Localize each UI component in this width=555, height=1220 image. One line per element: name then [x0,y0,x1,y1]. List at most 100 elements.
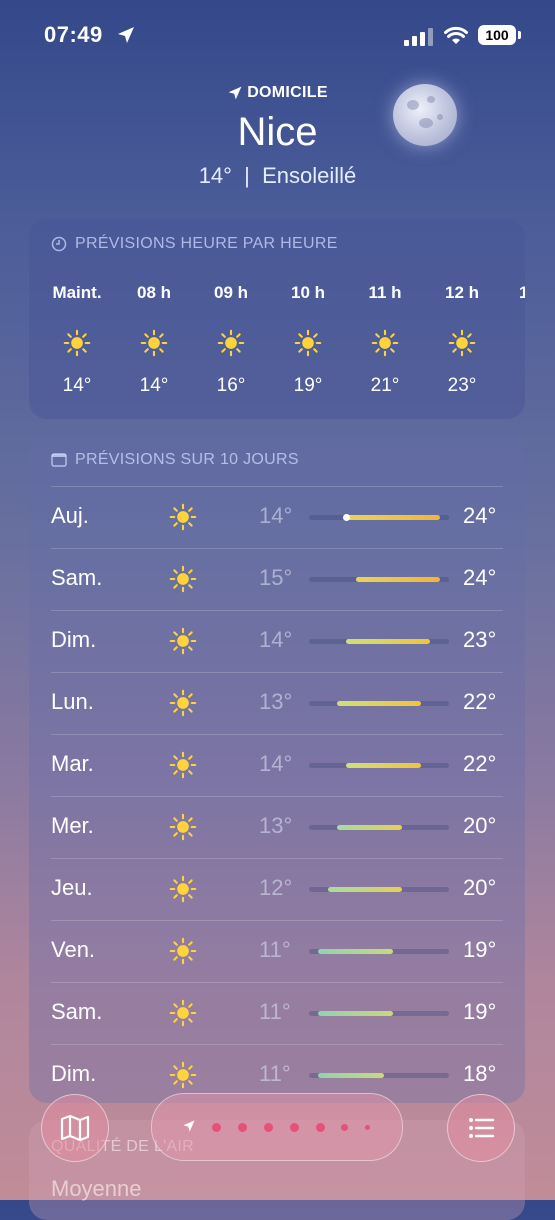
hour-label: 12 h [444,283,480,302]
location-arrow-icon [118,27,134,43]
day-low-temp: 12° [259,875,293,900]
day-icon-wrap [169,627,197,660]
hour-icon-wrap [124,329,184,357]
page-dot[interactable] [341,1124,348,1131]
day-high-temp: 20° [463,813,497,838]
temp-range-track [309,701,449,706]
page-dot[interactable] [290,1123,299,1132]
hour-label: Maint. [52,283,102,302]
day-label: Sam. [51,565,103,590]
day-row[interactable]: Sam. 15° 24° [51,548,503,611]
day-high-temp: 24° [463,565,497,590]
temp-range-bar [337,701,421,706]
day-row[interactable]: Mar. 14° 22° [51,734,503,797]
map-button[interactable] [41,1094,109,1162]
status-time: 07:49 [44,22,103,47]
hour-label: 11 h [368,283,402,302]
hour-temp: 19° [293,375,323,396]
sun-icon [63,329,91,357]
temp-range-track [309,1011,449,1016]
sun-icon [169,751,197,779]
page-dot[interactable] [212,1123,221,1132]
map-icon [60,1114,90,1142]
day-icon-wrap [169,813,197,846]
day-low-temp: 13° [259,689,293,714]
location-arrow-icon [228,86,242,100]
hour-column: 09 h 16° [201,283,261,397]
day-low-temp: 14° [259,627,293,652]
day-high-temp: 18° [463,1061,497,1086]
day-icon-wrap [169,565,197,598]
day-row[interactable]: Mer. 13° 20° [51,796,503,859]
day-row[interactable]: Sam. 11° 19° [51,982,503,1045]
temp-range-bar [327,887,403,892]
day-label: Ven. [51,937,96,962]
hour-column: Maint. 14° [47,283,107,397]
page-dot[interactable] [316,1123,325,1132]
day-high-temp: 24° [463,503,497,528]
hour-icon-wrap [278,329,338,357]
hour-column: 11 h 21° [355,283,415,397]
wifi-icon [444,26,468,44]
day-high-temp: 19° [463,937,497,962]
day-row[interactable]: Auj. 14° 24° [51,486,503,549]
day-row[interactable]: Dim. 14° 23° [51,610,503,673]
sun-icon [140,329,168,357]
list-icon [469,1118,495,1138]
day-label: Dim. [51,627,97,652]
battery-indicator: 100 [478,25,521,45]
hour-label: 08 h [136,283,172,302]
page-dot[interactable] [365,1125,370,1130]
sun-icon [169,503,197,531]
day-label: Lun. [51,689,94,714]
home-label: DOMICILE [227,84,328,102]
sun-icon [169,999,197,1027]
clock-icon [51,236,67,252]
day-icon-wrap [169,1061,197,1094]
city-list-button[interactable] [447,1094,515,1162]
home-label-text: DOMICILE [247,84,328,101]
day-label: Dim. [51,1061,97,1086]
day-icon-wrap [169,937,197,970]
hour-temp: 14° [62,375,92,396]
hour-label: 10 h [290,283,326,302]
temp-range-bar [318,1073,384,1078]
temp-range-bar [355,577,440,582]
temp-range-bar [318,1011,393,1016]
sun-icon [169,627,197,655]
hour-icon-wrap [201,329,261,357]
day-label: Sam. [51,999,103,1024]
current-summary: 14° | Ensoleillé [198,163,357,188]
day-low-temp: 11° [259,937,291,962]
hour-temp: 21° [370,375,400,396]
ten-day-forecast-card[interactable]: PRÉVISIONS SUR 10 JOURS Auj. 14° 24° Sam. 15… [29,435,525,1103]
temp-range-track [309,639,449,644]
sun-icon [169,937,197,965]
day-row[interactable]: Ven. 11° 19° [51,920,503,983]
day-row[interactable]: Lun. 13° 22° [51,672,503,735]
day-icon-wrap [169,503,197,536]
day-low-temp: 13° [259,813,293,838]
temp-range-bar [318,949,393,954]
day-row[interactable]: Jeu. 12° 20° [51,858,503,921]
cellular-signal-icon [404,28,433,46]
sun-icon [217,329,245,357]
city-name: Nice [237,110,318,154]
page-dot[interactable] [238,1123,247,1132]
temp-range-track [309,887,449,892]
day-high-temp: 22° [463,689,497,714]
hour-column: 08 h 14° [124,283,184,397]
location-header: DOMICILE Nice 14° | Ensoleillé [0,84,555,189]
day-label: Mer. [51,813,94,838]
hourly-forecast-card[interactable]: PRÉVISIONS HEURE PAR HEURE Maint. 14° 08 h… [29,219,525,419]
location-pager[interactable] [151,1093,403,1161]
page-dot[interactable] [264,1123,273,1132]
status-bar: 07:49 100 [0,22,555,52]
hourly-title-text: PRÉVISIONS HEURE PAR HEURE [75,235,338,252]
day-high-temp: 23° [463,627,497,652]
sun-icon [371,329,399,357]
sun-icon [294,329,322,357]
temp-range-bar [346,515,440,520]
hour-column: 10 h 19° [278,283,338,397]
air-quality-value: Moyenne [51,1176,142,1201]
